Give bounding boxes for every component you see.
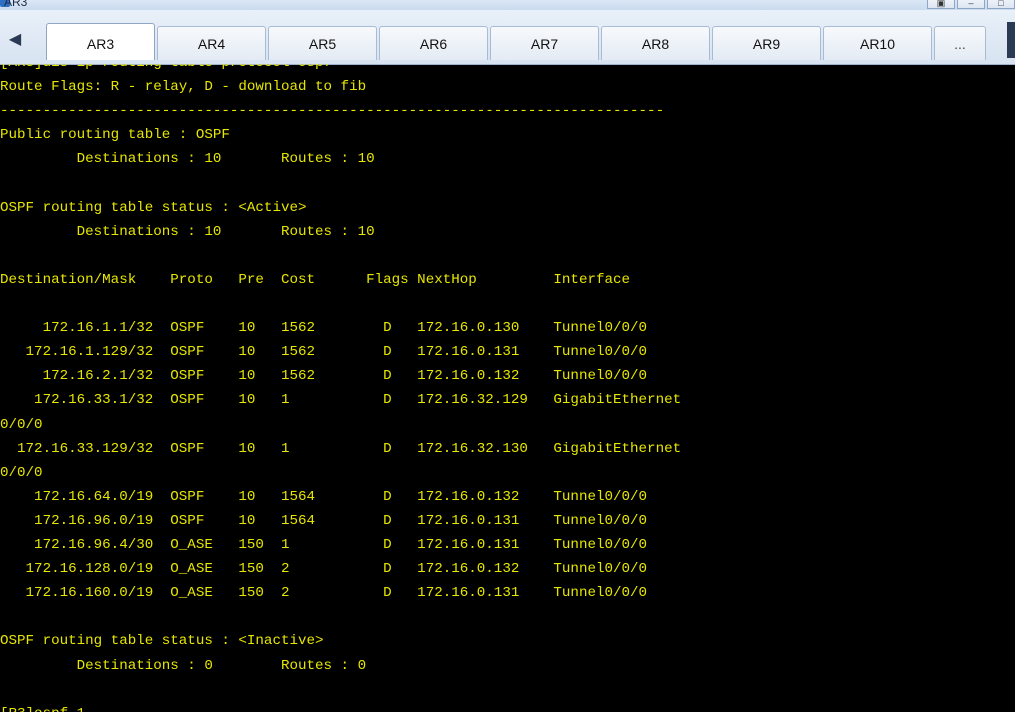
tab-ar3[interactable]: AR3 [46, 23, 155, 60]
terminal-line: 172.16.64.0/19 OSPF 10 1564 D 172.16.0.1… [0, 488, 648, 505]
terminal-line: ----------------------------------------… [0, 103, 665, 120]
terminal-line: 172.16.96.0/19 OSPF 10 1564 D 172.16.0.1… [0, 512, 648, 529]
terminal-line: 172.16.33.1/32 OSPF 10 1 D 172.16.32.129… [0, 392, 682, 409]
terminal-line: 172.16.1.129/32 OSPF 10 1562 D 172.16.0.… [0, 344, 648, 361]
terminal-line: Destinations : 10 Routes : 10 [0, 223, 375, 240]
tab-list: AR3 AR4 AR5 AR6 AR7 AR8 AR9 AR10... [46, 23, 988, 60]
terminal-line: 0/0/0 [0, 464, 43, 481]
terminal-line: 172.16.96.4/30 O_ASE 150 1 D 172.16.0.13… [0, 537, 648, 553]
minimize-icon[interactable]: – [957, 0, 985, 9]
terminal-line: [R3]ospf 1 [0, 705, 85, 712]
window-title: AR3 [4, 0, 28, 9]
terminal-line: Destination/Mask Proto Pre Cost Flags Ne… [0, 271, 631, 288]
window-titlebar: AR3 ▣ – □ [0, 0, 1015, 10]
tab-ar6[interactable]: AR6 [379, 26, 488, 60]
terminal-line: 172.16.2.1/32 OSPF 10 1562 D 172.16.0.13… [0, 368, 648, 385]
terminal-line: 172.16.160.0/19 O_ASE 150 2 D 172.16.0.1… [0, 585, 648, 602]
terminal-line: 0/0/0 [0, 416, 43, 433]
tab-ar5[interactable]: AR5 [268, 26, 377, 60]
terminal-line: 172.16.33.129/32 OSPF 10 1 D 172.16.32.1… [0, 440, 682, 457]
terminal-line: Destinations : 0 Routes : 0 [0, 657, 367, 674]
terminal-line: Destinations : 10 Routes : 10 [0, 151, 375, 168]
tab-ar4[interactable]: AR4 [157, 26, 266, 60]
terminal-line: 172.16.1.1/32 OSPF 10 1562 D 172.16.0.13… [0, 320, 648, 337]
tab-ar8[interactable]: AR8 [601, 26, 710, 60]
window-controls: ▣ – □ [927, 0, 1015, 9]
tab-scroll-right-icon[interactable] [1007, 22, 1015, 58]
tab-more[interactable]: ... [934, 26, 986, 60]
terminal-line: Public routing table : OSPF [0, 127, 230, 144]
tab-ar9[interactable]: AR9 [712, 26, 821, 60]
terminal-line: 172.16.128.0/19 O_ASE 150 2 D 172.16.0.1… [0, 561, 648, 578]
terminal-line: Route Flags: R - relay, D - download to … [0, 79, 367, 96]
tab-ar7[interactable]: AR7 [490, 26, 599, 60]
maximize-icon[interactable]: □ [987, 0, 1015, 9]
tab-scroll-left-icon[interactable]: ◀ [0, 22, 30, 58]
tab-ar10[interactable]: AR10 [823, 26, 932, 60]
tab-bar: ◀ AR3 AR4 AR5 AR6 AR7 AR8 AR9 AR10... [0, 10, 1015, 65]
terminal-console[interactable]: [AR3]dis ip routing-table protocol ospf R… [0, 64, 1015, 712]
terminal-line: [AR3]dis ip routing-table protocol ospf [0, 64, 332, 72]
terminal-line: OSPF routing table status : <Inactive> [0, 633, 324, 650]
restore-icon[interactable]: ▣ [927, 0, 955, 9]
terminal-line: OSPF routing table status : <Active> [0, 199, 307, 216]
